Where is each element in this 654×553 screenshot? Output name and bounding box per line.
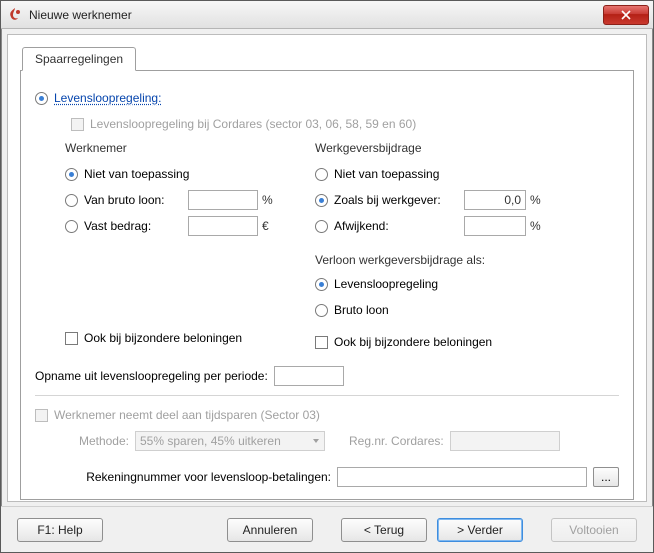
regnr-label: Reg.nr. Cordares:: [349, 434, 444, 448]
radio-verloon-levensloop[interactable]: Levensloopregeling: [315, 271, 605, 297]
unit-percent: %: [526, 193, 542, 207]
input-bruto-percentage[interactable]: [188, 190, 258, 210]
tab-panel: Levensloopregeling: Levensloopregeling b…: [20, 70, 634, 500]
input-regnr-cordares: [450, 431, 560, 451]
radio-icon: [35, 92, 48, 105]
methode-label: Methode:: [71, 434, 129, 448]
tab-spaarregelingen[interactable]: Spaarregelingen: [22, 47, 136, 71]
checkbox-icon: [71, 118, 84, 131]
ellipsis-icon: ...: [601, 470, 611, 484]
app-icon: [7, 7, 23, 23]
checkbox-werkgever-ook-bij[interactable]: Ook bij bijzondere beloningen: [315, 329, 605, 355]
tabstrip: Spaarregelingen: [20, 47, 634, 71]
werknemer-group: Werknemer Niet van toepassing Van bruto …: [35, 141, 315, 355]
radio-werknemer-nvt[interactable]: Niet van toepassing: [65, 161, 315, 187]
werknemer-heading: Werknemer: [65, 141, 315, 155]
window-title: Nieuwe werknemer: [29, 8, 603, 22]
dialog-window: Nieuwe werknemer Spaarregelingen Levensl…: [0, 0, 654, 553]
radio-icon: [315, 304, 328, 317]
radio-icon: [315, 278, 328, 291]
methode-row: Methode: Reg.nr. Cordares:: [35, 428, 619, 454]
help-button[interactable]: F1: Help: [17, 518, 103, 542]
radio-werknemer-bruto[interactable]: Van bruto loon: %: [65, 187, 315, 213]
radio-icon: [65, 220, 78, 233]
radio-werknemer-vast[interactable]: Vast bedrag: €: [65, 213, 315, 239]
unit-percent: %: [258, 193, 274, 207]
annuleren-button[interactable]: Annuleren: [227, 518, 313, 542]
chevron-down-icon: [312, 434, 320, 448]
radio-icon: [65, 168, 78, 181]
close-icon: [621, 10, 631, 20]
checkbox-icon: [315, 336, 328, 349]
titlebar: Nieuwe werknemer: [1, 1, 653, 29]
unit-euro: €: [258, 219, 274, 233]
terug-button[interactable]: < Terug: [341, 518, 427, 542]
verloon-heading: Verloon werkgeversbijdrage als:: [315, 253, 605, 267]
label: Ook bij bijzondere beloningen: [334, 335, 492, 349]
input-afwijkend-percentage[interactable]: [464, 216, 526, 236]
radio-icon: [315, 194, 328, 207]
option-levensloopregeling[interactable]: Levensloopregeling:: [35, 85, 619, 111]
radio-verloon-bruto[interactable]: Bruto loon: [315, 297, 605, 323]
verder-button[interactable]: > Verder: [437, 518, 523, 542]
radio-werkgever-nvt[interactable]: Niet van toepassing: [315, 161, 605, 187]
separator: [35, 395, 619, 396]
radio-icon: [315, 168, 328, 181]
footer: F1: Help Annuleren < Terug > Verder Volt…: [1, 506, 653, 552]
browse-button[interactable]: ...: [593, 467, 619, 487]
rekening-row: Rekeningnummer voor levensloop-betalinge…: [35, 464, 619, 490]
input-opname[interactable]: [274, 366, 344, 386]
checkbox-cordares-sector: Levensloopregeling bij Cordares (sector …: [35, 111, 619, 137]
radio-werkgever-afwijkend[interactable]: Afwijkend: %: [315, 213, 605, 239]
methode-select: [135, 431, 325, 451]
input-zoals-value[interactable]: [464, 190, 526, 210]
werkgever-heading: Werkgeversbijdrage: [315, 141, 605, 155]
opname-label: Opname uit levensloopregeling per period…: [35, 369, 268, 383]
checkbox-icon: [35, 409, 48, 422]
label: Bruto loon: [334, 303, 389, 317]
label: Vast bedrag:: [84, 219, 188, 233]
label: Afwijkend:: [334, 219, 464, 233]
input-rekeningnummer[interactable]: [337, 467, 587, 487]
label: Niet van toepassing: [334, 167, 439, 181]
label: Levensloopregeling: [334, 277, 438, 291]
label: Niet van toepassing: [84, 167, 189, 181]
label: Van bruto loon:: [84, 193, 188, 207]
cordares-label: Levensloopregeling bij Cordares (sector …: [90, 117, 416, 131]
radio-icon: [315, 220, 328, 233]
label: Zoals bij werkgever:: [334, 193, 464, 207]
levensloopregeling-label[interactable]: Levensloopregeling:: [54, 91, 161, 105]
checkbox-tijdsparen: Werknemer neemt deel aan tijdsparen (Sec…: [35, 402, 619, 428]
checkbox-icon: [65, 332, 78, 345]
client-area: Spaarregelingen Levensloopregeling: Leve…: [7, 34, 647, 502]
radio-werkgever-zoals[interactable]: Zoals bij werkgever: %: [315, 187, 605, 213]
input-vast-bedrag[interactable]: [188, 216, 258, 236]
unit-percent: %: [526, 219, 542, 233]
radio-icon: [65, 194, 78, 207]
tijdsparen-label: Werknemer neemt deel aan tijdsparen (Sec…: [54, 408, 320, 422]
opname-row: Opname uit levensloopregeling per period…: [35, 363, 619, 389]
checkbox-werknemer-ook-bij[interactable]: Ook bij bijzondere beloningen: [65, 325, 315, 351]
label: Ook bij bijzondere beloningen: [84, 331, 242, 345]
close-button[interactable]: [603, 5, 649, 25]
werkgever-group: Werkgeversbijdrage Niet van toepassing Z…: [315, 141, 605, 355]
rekening-label: Rekeningnummer voor levensloop-betalinge…: [71, 470, 331, 484]
voltooien-button: Voltooien: [551, 518, 637, 542]
